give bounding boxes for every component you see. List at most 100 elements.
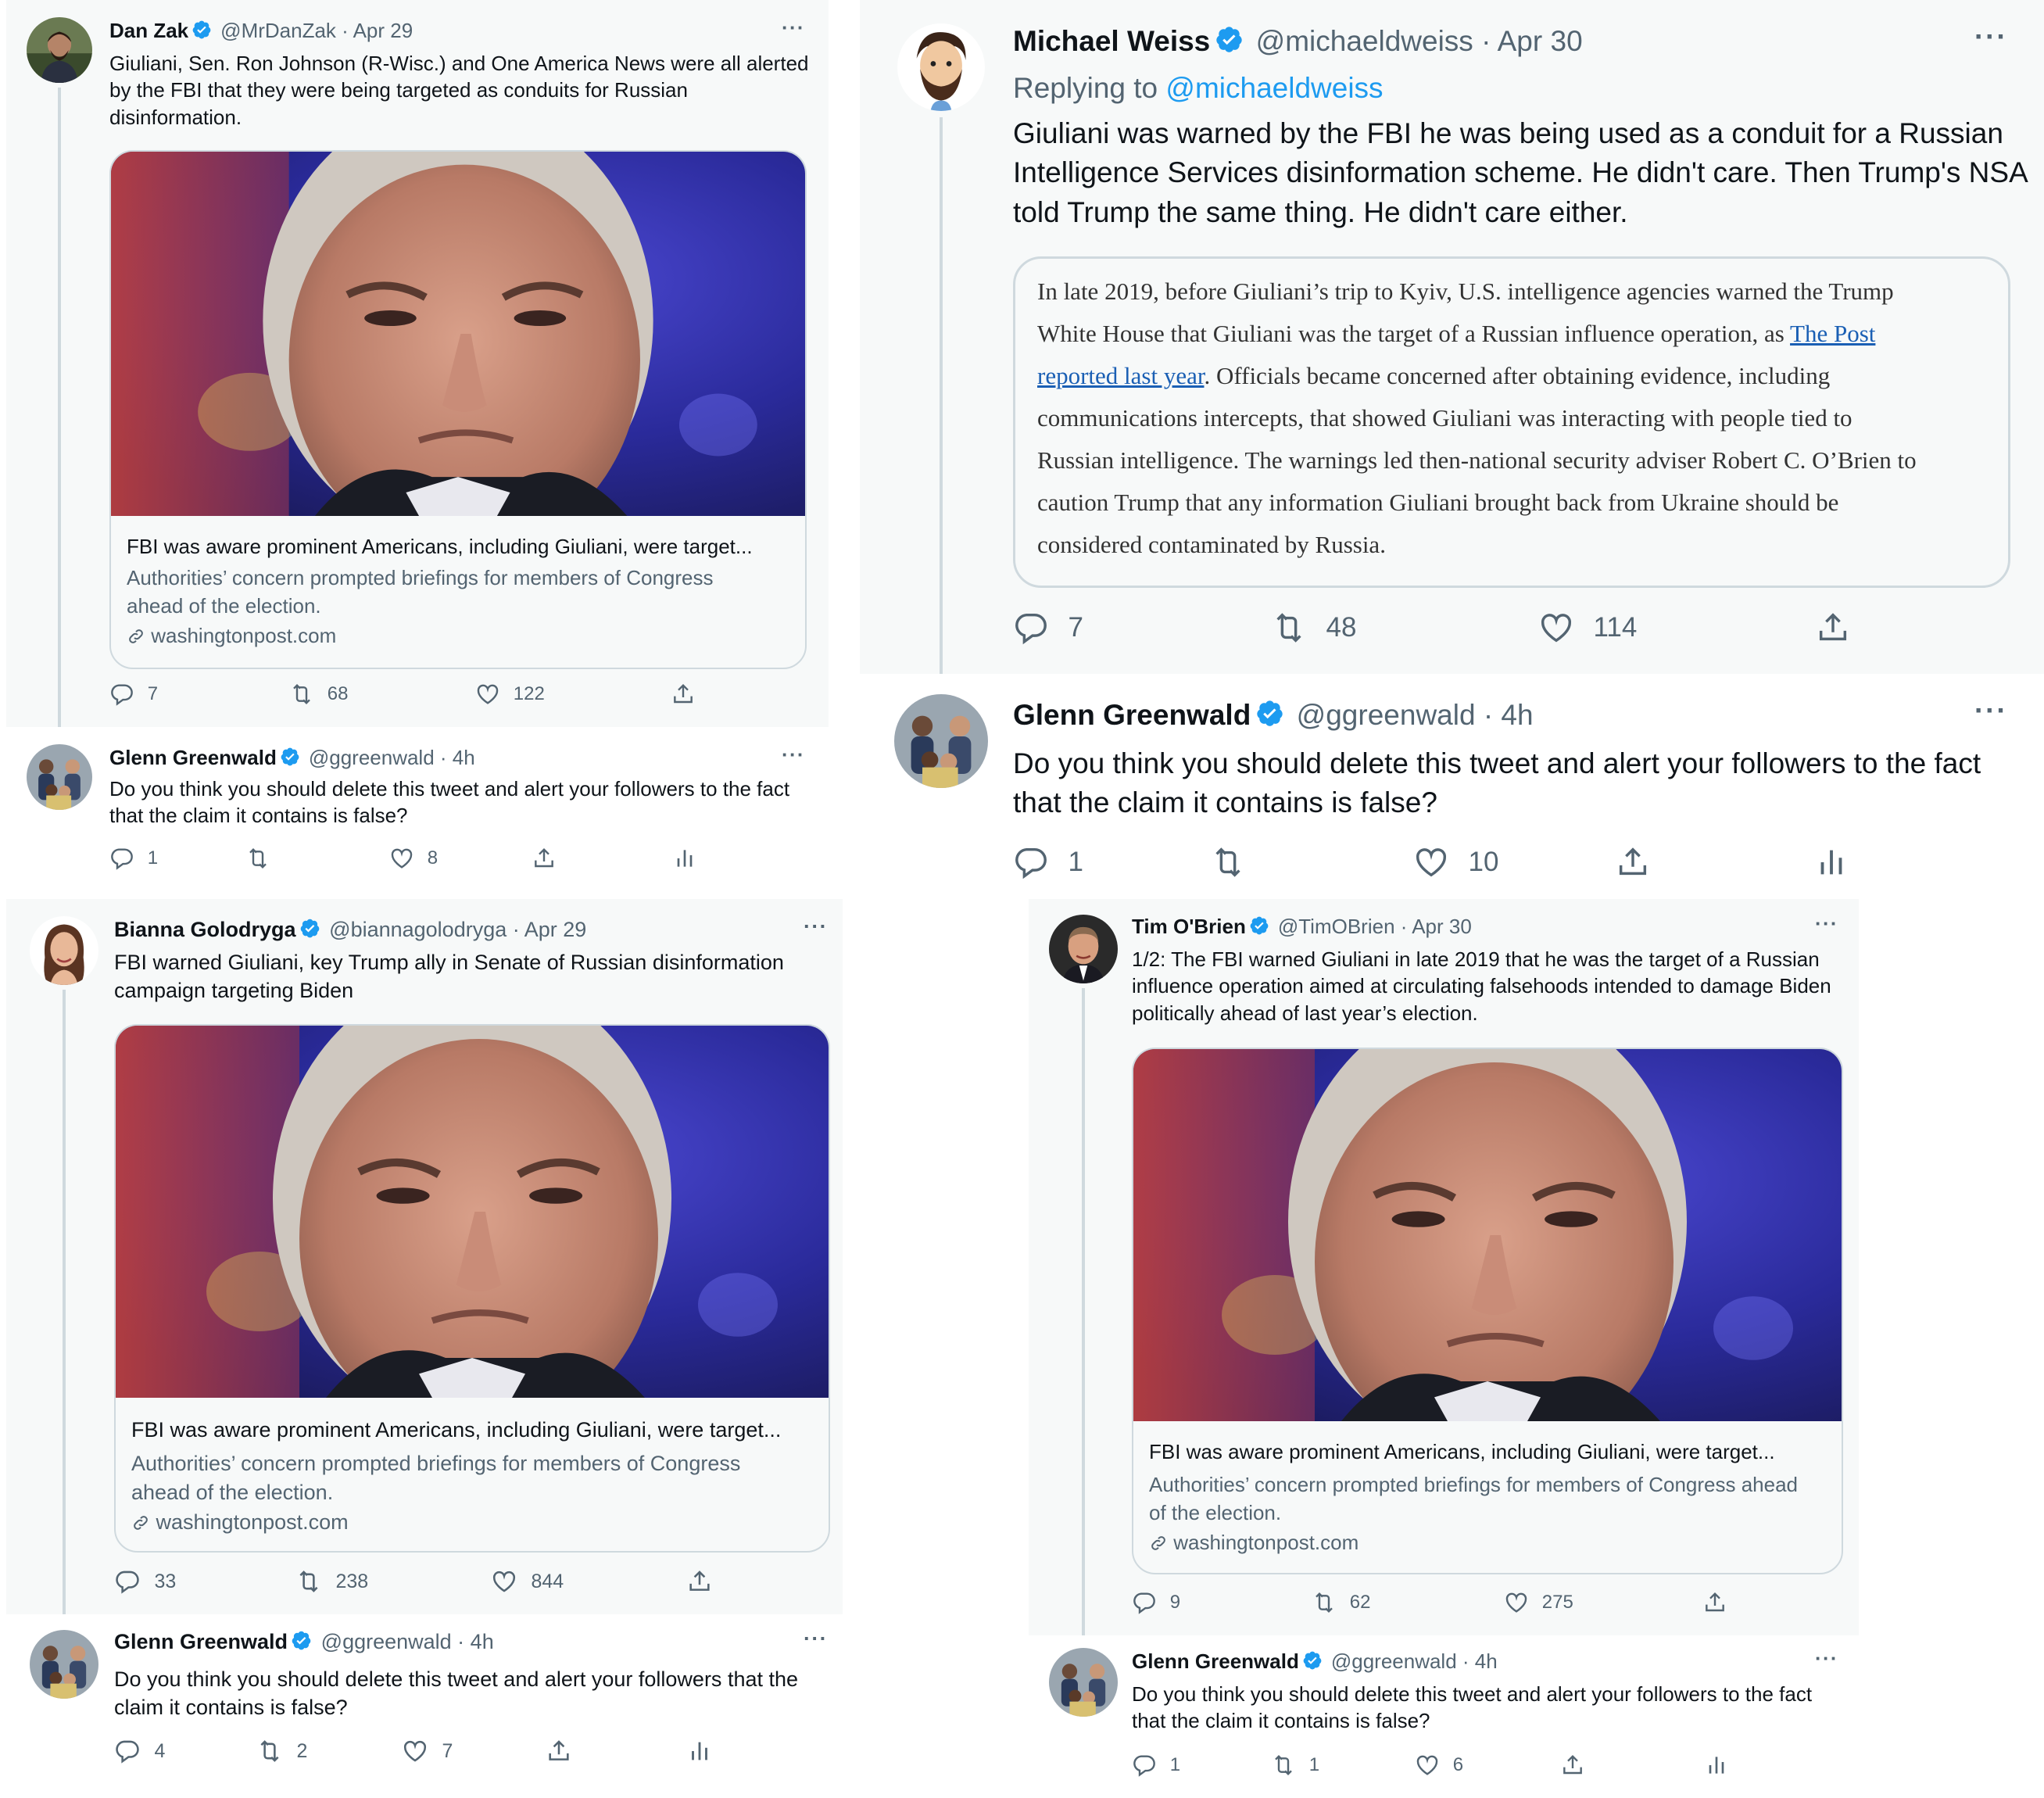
author-name[interactable]: Dan Zak	[109, 19, 188, 42]
excerpt-line: considered contaminated by Russia.	[1037, 531, 1386, 558]
reply-button[interactable]: 1	[1132, 1753, 1180, 1778]
reply-button[interactable]: 33	[114, 1568, 176, 1595]
retweet-button[interactable]	[1210, 844, 1246, 880]
author-handle[interactable]: @MrDanZak · Apr 29	[220, 19, 413, 42]
reply-button[interactable]: 7	[109, 682, 158, 707]
avatar[interactable]	[1049, 1648, 1118, 1717]
tweet-michael-weiss[interactable]: Michael Weiss @michaeldweiss · Apr 30 ··…	[860, 0, 2044, 674]
share-button[interactable]	[1615, 844, 1651, 880]
analytics-icon[interactable]	[1813, 844, 1849, 880]
analytics-icon[interactable]	[1704, 1753, 1729, 1778]
retweet-button[interactable]: 68	[289, 682, 349, 707]
tweet-glenn-greenwald[interactable]: Glenn Greenwald @ggreenwald · 4h ··· Do …	[6, 1614, 843, 1798]
author-name[interactable]: Glenn Greenwald	[114, 1630, 288, 1653]
like-button[interactable]: 10	[1413, 844, 1498, 880]
like-button[interactable]: 275	[1504, 1590, 1573, 1615]
like-button[interactable]: 6	[1415, 1753, 1463, 1778]
article-link[interactable]: The Post	[1790, 320, 1875, 347]
author-handle[interactable]: @biannagolodryga · Apr 29	[329, 918, 586, 941]
card-title: FBI was aware prominent Americans, inclu…	[1149, 1440, 1775, 1463]
author-name[interactable]: Glenn Greenwald	[1132, 1649, 1299, 1673]
avatar[interactable]	[27, 744, 92, 810]
replying-handle-link[interactable]: @michaeldweiss	[1165, 72, 1383, 104]
author-handle[interactable]: @ggreenwald · 4h	[1297, 699, 1534, 731]
avatar[interactable]	[897, 23, 985, 111]
tweet-text: Do you think you should delete this twee…	[109, 777, 790, 828]
avatar[interactable]	[30, 916, 98, 985]
author-name[interactable]: Bianna Golodryga	[114, 918, 296, 941]
tweet-tim-obrien[interactable]: Tim O'Brien @TimOBrien · Apr 30 ··· 1/2:…	[1029, 899, 1859, 1793]
link-card[interactable]: FBI was aware prominent Americans, inclu…	[109, 150, 807, 669]
reply-button[interactable]: 7	[1013, 610, 1083, 646]
verified-badge-icon	[299, 918, 320, 939]
share-button[interactable]	[671, 682, 696, 707]
author-name[interactable]: Michael Weiss	[1013, 25, 1210, 57]
card-description: Authorities’ concern prompted briefings …	[127, 566, 714, 618]
tweet-header: Glenn Greenwald @ggreenwald · 4h	[109, 746, 475, 770]
tweet-bianna-golodryga[interactable]: Bianna Golodryga @biannagolodryga · Apr …	[6, 899, 843, 1795]
verified-badge-icon	[1255, 699, 1284, 728]
avatar[interactable]	[30, 1630, 98, 1699]
analytics-icon[interactable]	[672, 846, 697, 871]
tweet-header: Bianna Golodryga @biannagolodryga · Apr …	[114, 918, 586, 942]
retweet-button[interactable]: 62	[1312, 1590, 1371, 1615]
like-button[interactable]: 7	[402, 1738, 453, 1764]
retweet-button[interactable]: 2	[256, 1738, 307, 1764]
like-count: 6	[1452, 1754, 1464, 1775]
retweet-button[interactable]	[245, 846, 270, 871]
more-icon[interactable]: ···	[1815, 912, 1838, 936]
more-icon[interactable]: ···	[782, 16, 805, 40]
like-button[interactable]: 8	[389, 846, 438, 871]
like-count: 7	[442, 1739, 453, 1762]
like-count: 275	[1541, 1592, 1573, 1613]
retweet-button[interactable]: 1	[1271, 1753, 1319, 1778]
reply-button[interactable]: 1	[1013, 844, 1083, 880]
analytics-icon[interactable]	[686, 1738, 713, 1764]
more-icon[interactable]: ···	[804, 1627, 828, 1651]
excerpt-line: Russian intelligence. The warnings led t…	[1037, 446, 1917, 474]
share-button[interactable]	[686, 1568, 713, 1595]
quoted-article-excerpt: In late 2019, before Giuliani’s trip to …	[1013, 256, 2010, 588]
tweet-actions: 1 1 6	[1029, 1753, 1859, 1784]
tweet-glenn-greenwald[interactable]: Glenn Greenwald @ggreenwald · 4h ··· Do …	[6, 727, 829, 891]
author-handle[interactable]: @ggreenwald · 4h	[321, 1630, 494, 1653]
like-button[interactable]: 122	[475, 682, 545, 707]
author-name[interactable]: Tim O'Brien	[1132, 915, 1246, 938]
tweet-dan-zak[interactable]: Dan Zak @MrDanZak · Apr 29 ··· Giuliani,…	[6, 0, 829, 736]
panel-bianna-golodryga: Bianna Golodryga @biannagolodryga · Apr …	[6, 899, 843, 1798]
reply-button[interactable]: 9	[1132, 1590, 1180, 1615]
avatar[interactable]	[1049, 915, 1118, 983]
link-card[interactable]: FBI was aware prominent Americans, inclu…	[1132, 1048, 1843, 1574]
author-handle[interactable]: @ggreenwald · 4h	[309, 746, 475, 769]
more-icon[interactable]: ···	[1974, 694, 2008, 727]
more-icon[interactable]: ···	[782, 743, 805, 767]
avatar[interactable]	[894, 694, 988, 788]
reply-button[interactable]: 4	[114, 1738, 165, 1764]
author-handle[interactable]: @michaeldweiss · Apr 30	[1256, 25, 1583, 57]
link-card[interactable]: FBI was aware prominent Americans, inclu…	[114, 1024, 830, 1553]
more-icon[interactable]: ···	[1974, 20, 2008, 53]
tweet-glenn-greenwald[interactable]: Glenn Greenwald @ggreenwald · 4h ··· Do …	[860, 674, 2044, 899]
author-name[interactable]: Glenn Greenwald	[109, 746, 277, 769]
author-name[interactable]: Glenn Greenwald	[1013, 699, 1251, 731]
share-button[interactable]	[532, 846, 557, 871]
retweet-count: 1	[1308, 1754, 1320, 1775]
reply-button[interactable]: 1	[109, 846, 158, 871]
share-button[interactable]	[546, 1738, 572, 1764]
retweet-button[interactable]: 238	[295, 1568, 368, 1595]
author-handle[interactable]: @ggreenwald · 4h	[1331, 1649, 1498, 1673]
more-icon[interactable]: ···	[1815, 1646, 1838, 1671]
like-button[interactable]: 844	[491, 1568, 564, 1595]
tweet-glenn-greenwald[interactable]: Glenn Greenwald @ggreenwald · 4h ··· Do …	[1029, 1635, 1859, 1798]
article-link[interactable]: reported last year	[1037, 362, 1204, 389]
share-button[interactable]	[1702, 1590, 1727, 1615]
share-button[interactable]	[1815, 610, 1851, 646]
retweet-button[interactable]: 48	[1271, 610, 1356, 646]
reply-count: 1	[1169, 1754, 1181, 1775]
like-button[interactable]: 114	[1538, 610, 1637, 646]
tweet-header: Tim O'Brien @TimOBrien · Apr 30	[1132, 915, 1472, 939]
avatar[interactable]	[27, 17, 92, 83]
share-button[interactable]	[1560, 1753, 1585, 1778]
more-icon[interactable]: ···	[804, 915, 828, 939]
author-handle[interactable]: @TimOBrien · Apr 30	[1278, 915, 1472, 938]
